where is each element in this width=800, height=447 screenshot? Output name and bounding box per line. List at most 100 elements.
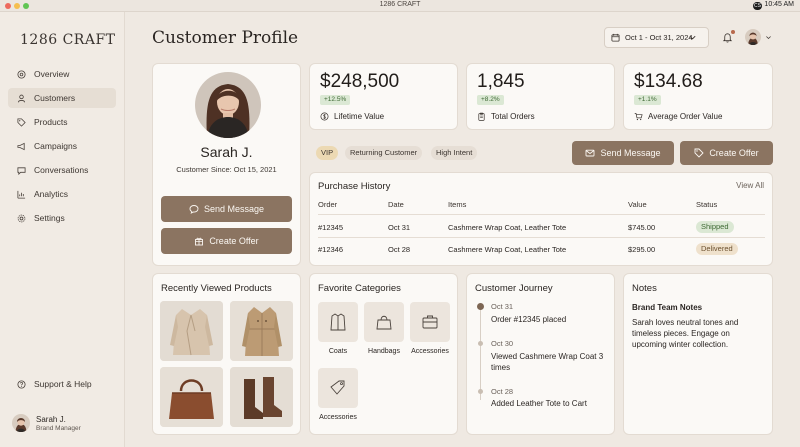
product-thumbnail-boots[interactable] xyxy=(230,367,293,427)
chevron-down-icon xyxy=(689,35,696,40)
sidebar-item-label: Settings xyxy=(34,213,65,223)
sidebar-item-analytics[interactable]: Analytics xyxy=(8,184,116,204)
sidebar-item-products[interactable]: Products xyxy=(8,112,116,132)
recently-viewed-title: Recently Viewed Products xyxy=(161,283,272,294)
view-all-link[interactable]: View All xyxy=(736,181,764,190)
category-accessories[interactable] xyxy=(410,302,450,342)
timeline-event: Added Leather Tote to Cart xyxy=(491,399,587,408)
category-label: Accessories xyxy=(411,348,449,355)
favorite-categories-card: Favorite Categories Coats Handbags Acces… xyxy=(309,273,458,435)
create-offer-label: Create Offer xyxy=(709,148,759,158)
stat-card-lifetime-value: $248,500 +12.5% Lifetime Value xyxy=(309,63,458,130)
sidebar-item-overview[interactable]: Overview xyxy=(8,64,116,84)
handbag-icon xyxy=(376,315,392,330)
notes-body[interactable]: Sarah loves neutral tones and timeless p… xyxy=(632,317,762,350)
sidebar-item-customers[interactable]: Customers xyxy=(8,88,116,108)
column-header-items: Items xyxy=(448,200,467,209)
sidebar-item-conversations[interactable]: Conversations xyxy=(8,160,116,180)
send-message-label: Send Message xyxy=(203,204,265,214)
stat-label: Total Orders xyxy=(477,112,535,121)
support-help-link[interactable]: Support & Help xyxy=(8,374,116,394)
stat-value: $134.68 xyxy=(634,71,703,92)
sidebar-item-label: Campaigns xyxy=(34,141,77,151)
table-divider xyxy=(318,237,765,238)
calendar-icon xyxy=(611,33,620,42)
table-divider xyxy=(318,214,765,215)
status-menu-icon[interactable]: CS xyxy=(753,2,762,10)
stat-card-average-order-value: $134.68 +1.1% Average Order Value xyxy=(623,63,773,130)
product-thumbnail-coat[interactable] xyxy=(160,301,223,361)
tag-icon xyxy=(694,148,704,158)
stat-change-badge: +12.5% xyxy=(320,95,351,105)
category-coats[interactable] xyxy=(318,302,358,342)
timeline-event: Order #12345 placed xyxy=(491,315,567,324)
megaphone-icon xyxy=(17,142,26,151)
order-date: Oct 31 xyxy=(388,223,411,232)
tag-icon xyxy=(330,380,345,395)
timeline-line xyxy=(480,307,481,400)
stat-label-text: Total Orders xyxy=(491,112,535,121)
sidebar-item-campaigns[interactable]: Campaigns xyxy=(8,136,116,156)
stat-label-text: Average Order Value xyxy=(648,112,723,121)
clipboard-icon xyxy=(478,112,485,121)
category-label: Handbags xyxy=(368,348,400,355)
create-offer-button[interactable]: Create Offer xyxy=(680,141,773,165)
stat-value: 1,845 xyxy=(477,71,525,92)
timeline-date: Oct 31 xyxy=(491,302,514,311)
order-id[interactable]: #12346 xyxy=(318,245,343,254)
column-header-date: Date xyxy=(388,200,404,209)
gift-icon xyxy=(195,237,204,246)
create-offer-label: Create Offer xyxy=(209,236,259,246)
stat-label: Average Order Value xyxy=(634,112,722,121)
sidebar-item-settings[interactable]: Settings xyxy=(8,208,116,228)
mail-icon xyxy=(586,149,595,157)
order-date: Oct 28 xyxy=(388,245,411,254)
user-name: Sarah J. xyxy=(36,414,66,424)
stat-value: $248,500 xyxy=(320,71,400,92)
current-user[interactable]: Sarah J. Brand Manager xyxy=(12,414,81,432)
column-header-status: Status xyxy=(696,200,718,209)
category-label: Coats xyxy=(328,348,348,355)
window-titlebar: 1286 CRAFT CS 10:45 AM xyxy=(0,0,800,12)
briefcase-icon xyxy=(422,315,438,329)
send-message-button[interactable]: Send Message xyxy=(161,196,292,222)
sidebar-item-label: Analytics xyxy=(34,189,69,199)
sidebar-item-label: Overview xyxy=(34,69,70,79)
customer-tag: Returning Customer xyxy=(345,146,423,160)
send-message-button[interactable]: Send Message xyxy=(572,141,674,165)
order-id[interactable]: #12345 xyxy=(318,223,343,232)
customer-tag: High Intent xyxy=(431,146,478,160)
notes-title: Notes xyxy=(632,283,657,294)
customer-name: Sarah J. xyxy=(200,144,253,160)
notification-badge xyxy=(731,30,735,34)
date-range-picker[interactable]: Oct 1 - Oct 31, 2024 xyxy=(604,27,709,48)
chat-icon xyxy=(17,166,26,175)
chart-icon xyxy=(17,190,26,199)
brand-logo[interactable]: 1286 CRAFT xyxy=(20,32,116,48)
avatar[interactable] xyxy=(745,29,761,45)
create-offer-button[interactable]: Create Offer xyxy=(161,228,292,254)
stat-change-badge: +1.1% xyxy=(634,95,661,105)
sidebar-item-label: Conversations xyxy=(34,165,89,175)
target-icon xyxy=(17,69,26,79)
product-thumbnail-trench-coat[interactable] xyxy=(230,301,293,361)
product-thumbnail-handbag[interactable] xyxy=(160,367,223,427)
dollar-circle-icon xyxy=(320,112,329,121)
sidebar: 1286 CRAFT Overview Customers Products C… xyxy=(0,12,125,447)
tag-icon xyxy=(17,117,26,127)
help-icon xyxy=(17,379,26,389)
category-handbags[interactable] xyxy=(364,302,404,342)
timeline-dot xyxy=(478,341,483,346)
user-role: Brand Manager xyxy=(36,424,81,432)
purchase-history-card: Purchase History View All Order Date Ite… xyxy=(309,172,773,266)
order-items: Cashmere Wrap Coat, Leather Tote xyxy=(448,223,567,232)
chat-icon xyxy=(189,205,199,214)
chevron-down-icon[interactable] xyxy=(765,34,772,41)
avatar xyxy=(12,414,30,432)
customer-journey-title: Customer Journey xyxy=(475,283,553,294)
customer-journey-card: Customer Journey Oct 31 Order #12345 pla… xyxy=(466,273,615,435)
category-accessories-tag[interactable] xyxy=(318,368,358,408)
stat-label: Lifetime Value xyxy=(320,112,384,121)
clock: 10:45 AM xyxy=(764,1,794,8)
user-icon xyxy=(17,94,26,103)
